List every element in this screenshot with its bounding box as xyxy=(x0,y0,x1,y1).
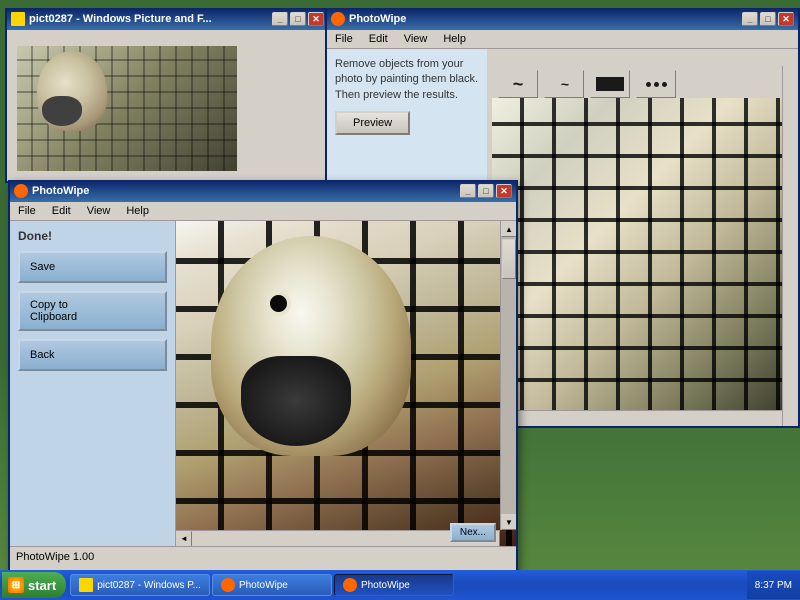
parrot-right-image xyxy=(492,98,782,410)
toolbar-wave1-icon[interactable]: ~ xyxy=(498,70,538,98)
scroll-v-track[interactable] xyxy=(501,237,516,514)
windows-picture-icon xyxy=(11,12,25,26)
windows-picture-titlebar[interactable]: pict0287 - Windows Picture and F... _ □ … xyxy=(7,8,328,30)
dot2 xyxy=(654,82,659,87)
taskbar-item-0-icon xyxy=(79,578,93,592)
photowipe-preview-button[interactable]: Preview xyxy=(335,111,410,135)
photowipe-main-maximize[interactable]: □ xyxy=(478,184,494,198)
parrot-beak-thumbnail xyxy=(42,96,82,126)
taskbar-item-2[interactable]: PhotoWipe xyxy=(334,574,454,596)
photowipe-main-sidebar: Done! Save Copy to Clipboard Back xyxy=(10,221,175,546)
scroll-left-arrow[interactable]: ◄ xyxy=(176,531,192,547)
dot1 xyxy=(646,82,651,87)
photowipe-bg-scrollbar-v[interactable] xyxy=(782,66,798,426)
photowipe-main-canvas: ▲ ▼ ◄ ► Nex... xyxy=(175,221,516,546)
start-button[interactable]: ⊞ start xyxy=(2,572,66,598)
taskbar: ⊞ start pict0287 - Windows P... PhotoWip… xyxy=(0,570,800,600)
photowipe-main-body: Done! Save Copy to Clipboard Back xyxy=(10,221,516,546)
photowipe-main-title: PhotoWipe xyxy=(32,185,456,197)
photowipe-bg-menu: File Edit View Help xyxy=(327,30,798,49)
windows-picture-minimize[interactable]: _ xyxy=(272,12,288,26)
toolbar-rect-icon[interactable] xyxy=(590,70,630,98)
rect-icon xyxy=(596,77,624,91)
photowipe-bg-menu-file[interactable]: File xyxy=(331,32,357,46)
photowipe-bg-menu-edit[interactable]: Edit xyxy=(365,32,392,46)
photowipe-bg-titlebar[interactable]: PhotoWipe _ □ ✕ xyxy=(327,8,798,30)
windows-picture-window: pict0287 - Windows Picture and F... _ □ … xyxy=(5,8,330,183)
taskbar-item-0-label: pict0287 - Windows P... xyxy=(97,580,201,591)
photowipe-copy-clipboard-button[interactable]: Copy to Clipboard xyxy=(18,291,167,331)
parrot-head-main xyxy=(211,236,411,456)
taskbar-item-1-label: PhotoWipe xyxy=(239,580,288,591)
scroll-up-arrow[interactable]: ▲ xyxy=(501,221,516,237)
photowipe-bg-close[interactable]: ✕ xyxy=(778,12,794,26)
photowipe-main-titlebar[interactable]: PhotoWipe _ □ ✕ xyxy=(10,180,516,202)
photowipe-bg-minimize[interactable]: _ xyxy=(742,12,758,26)
photowipe-main-close[interactable]: ✕ xyxy=(496,184,512,198)
windows-picture-controls: _ □ ✕ xyxy=(272,12,324,26)
photowipe-save-button[interactable]: Save xyxy=(18,251,167,283)
parrot-eye-main xyxy=(266,291,291,316)
photowipe-bg-canvas xyxy=(492,98,782,410)
parrot-beak-main xyxy=(241,356,351,446)
photowipe-instruction: Remove objects from your photo by painti… xyxy=(335,57,479,103)
photowipe-main-minimize[interactable]: _ xyxy=(460,184,476,198)
wave2-icon: ~ xyxy=(561,76,567,92)
windows-picture-maximize[interactable]: □ xyxy=(290,12,306,26)
parrot-thumbnail xyxy=(17,46,237,171)
photowipe-main-window: PhotoWipe _ □ ✕ File Edit View Help Done… xyxy=(8,180,518,575)
wave-icon: ~ xyxy=(513,74,524,95)
photowipe-bg-icon xyxy=(331,12,345,26)
parrot-face-area xyxy=(201,226,421,486)
scroll-down-arrow[interactable]: ▼ xyxy=(501,514,516,530)
photowipe-status-text: PhotoWipe 1.00 xyxy=(16,551,94,563)
taskbar-item-1-icon xyxy=(221,578,235,592)
windows-picture-close[interactable]: ✕ xyxy=(308,12,324,26)
taskbar-time: 8:37 PM xyxy=(755,580,792,591)
start-label: start xyxy=(28,578,56,593)
taskbar-items: pict0287 - Windows P... PhotoWipe PhotoW… xyxy=(70,574,747,596)
photowipe-bg-title: PhotoWipe xyxy=(349,13,738,25)
photowipe-main-controls: _ □ ✕ xyxy=(460,184,512,198)
photowipe-main-menu-view[interactable]: View xyxy=(83,204,115,218)
photowipe-main-statusbar: PhotoWipe 1.00 xyxy=(10,546,516,566)
photowipe-main-menu: File Edit View Help xyxy=(10,202,516,221)
photowipe-main-icon xyxy=(14,184,28,198)
taskbar-item-2-icon xyxy=(343,578,357,592)
parrot-main-canvas-inner xyxy=(176,221,516,546)
taskbar-item-2-label: PhotoWipe xyxy=(361,580,410,591)
photowipe-back-button[interactable]: Back xyxy=(18,339,167,371)
toolbar-dots-icon[interactable] xyxy=(636,70,676,98)
photowipe-bg-menu-help[interactable]: Help xyxy=(439,32,470,46)
dots-icon xyxy=(646,82,667,87)
taskbar-item-1[interactable]: PhotoWipe xyxy=(212,574,332,596)
photowipe-main-scrollbar-v[interactable]: ▲ ▼ xyxy=(500,221,516,530)
windows-picture-title: pict0287 - Windows Picture and F... xyxy=(29,13,268,25)
photowipe-bg-scrollbar-h[interactable] xyxy=(492,410,782,426)
taskbar-item-0[interactable]: pict0287 - Windows P... xyxy=(70,574,210,596)
photowipe-done-text: Done! xyxy=(18,229,167,243)
photowipe-bg-maximize[interactable]: □ xyxy=(760,12,776,26)
taskbar-right: 8:37 PM xyxy=(747,571,800,599)
scroll-v-handle[interactable] xyxy=(502,239,516,279)
dot3 xyxy=(662,82,667,87)
photowipe-main-menu-help[interactable]: Help xyxy=(122,204,153,218)
toolbar-wave2-icon[interactable]: ~ xyxy=(544,70,584,98)
photowipe-bg-menu-view[interactable]: View xyxy=(400,32,432,46)
windows-logo-icon: ⊞ xyxy=(8,577,24,593)
photowipe-nav-next-button[interactable]: Nex... xyxy=(450,523,496,542)
photowipe-main-menu-file[interactable]: File xyxy=(14,204,40,218)
photowipe-main-menu-edit[interactable]: Edit xyxy=(48,204,75,218)
photowipe-bg-controls: _ □ ✕ xyxy=(742,12,794,26)
